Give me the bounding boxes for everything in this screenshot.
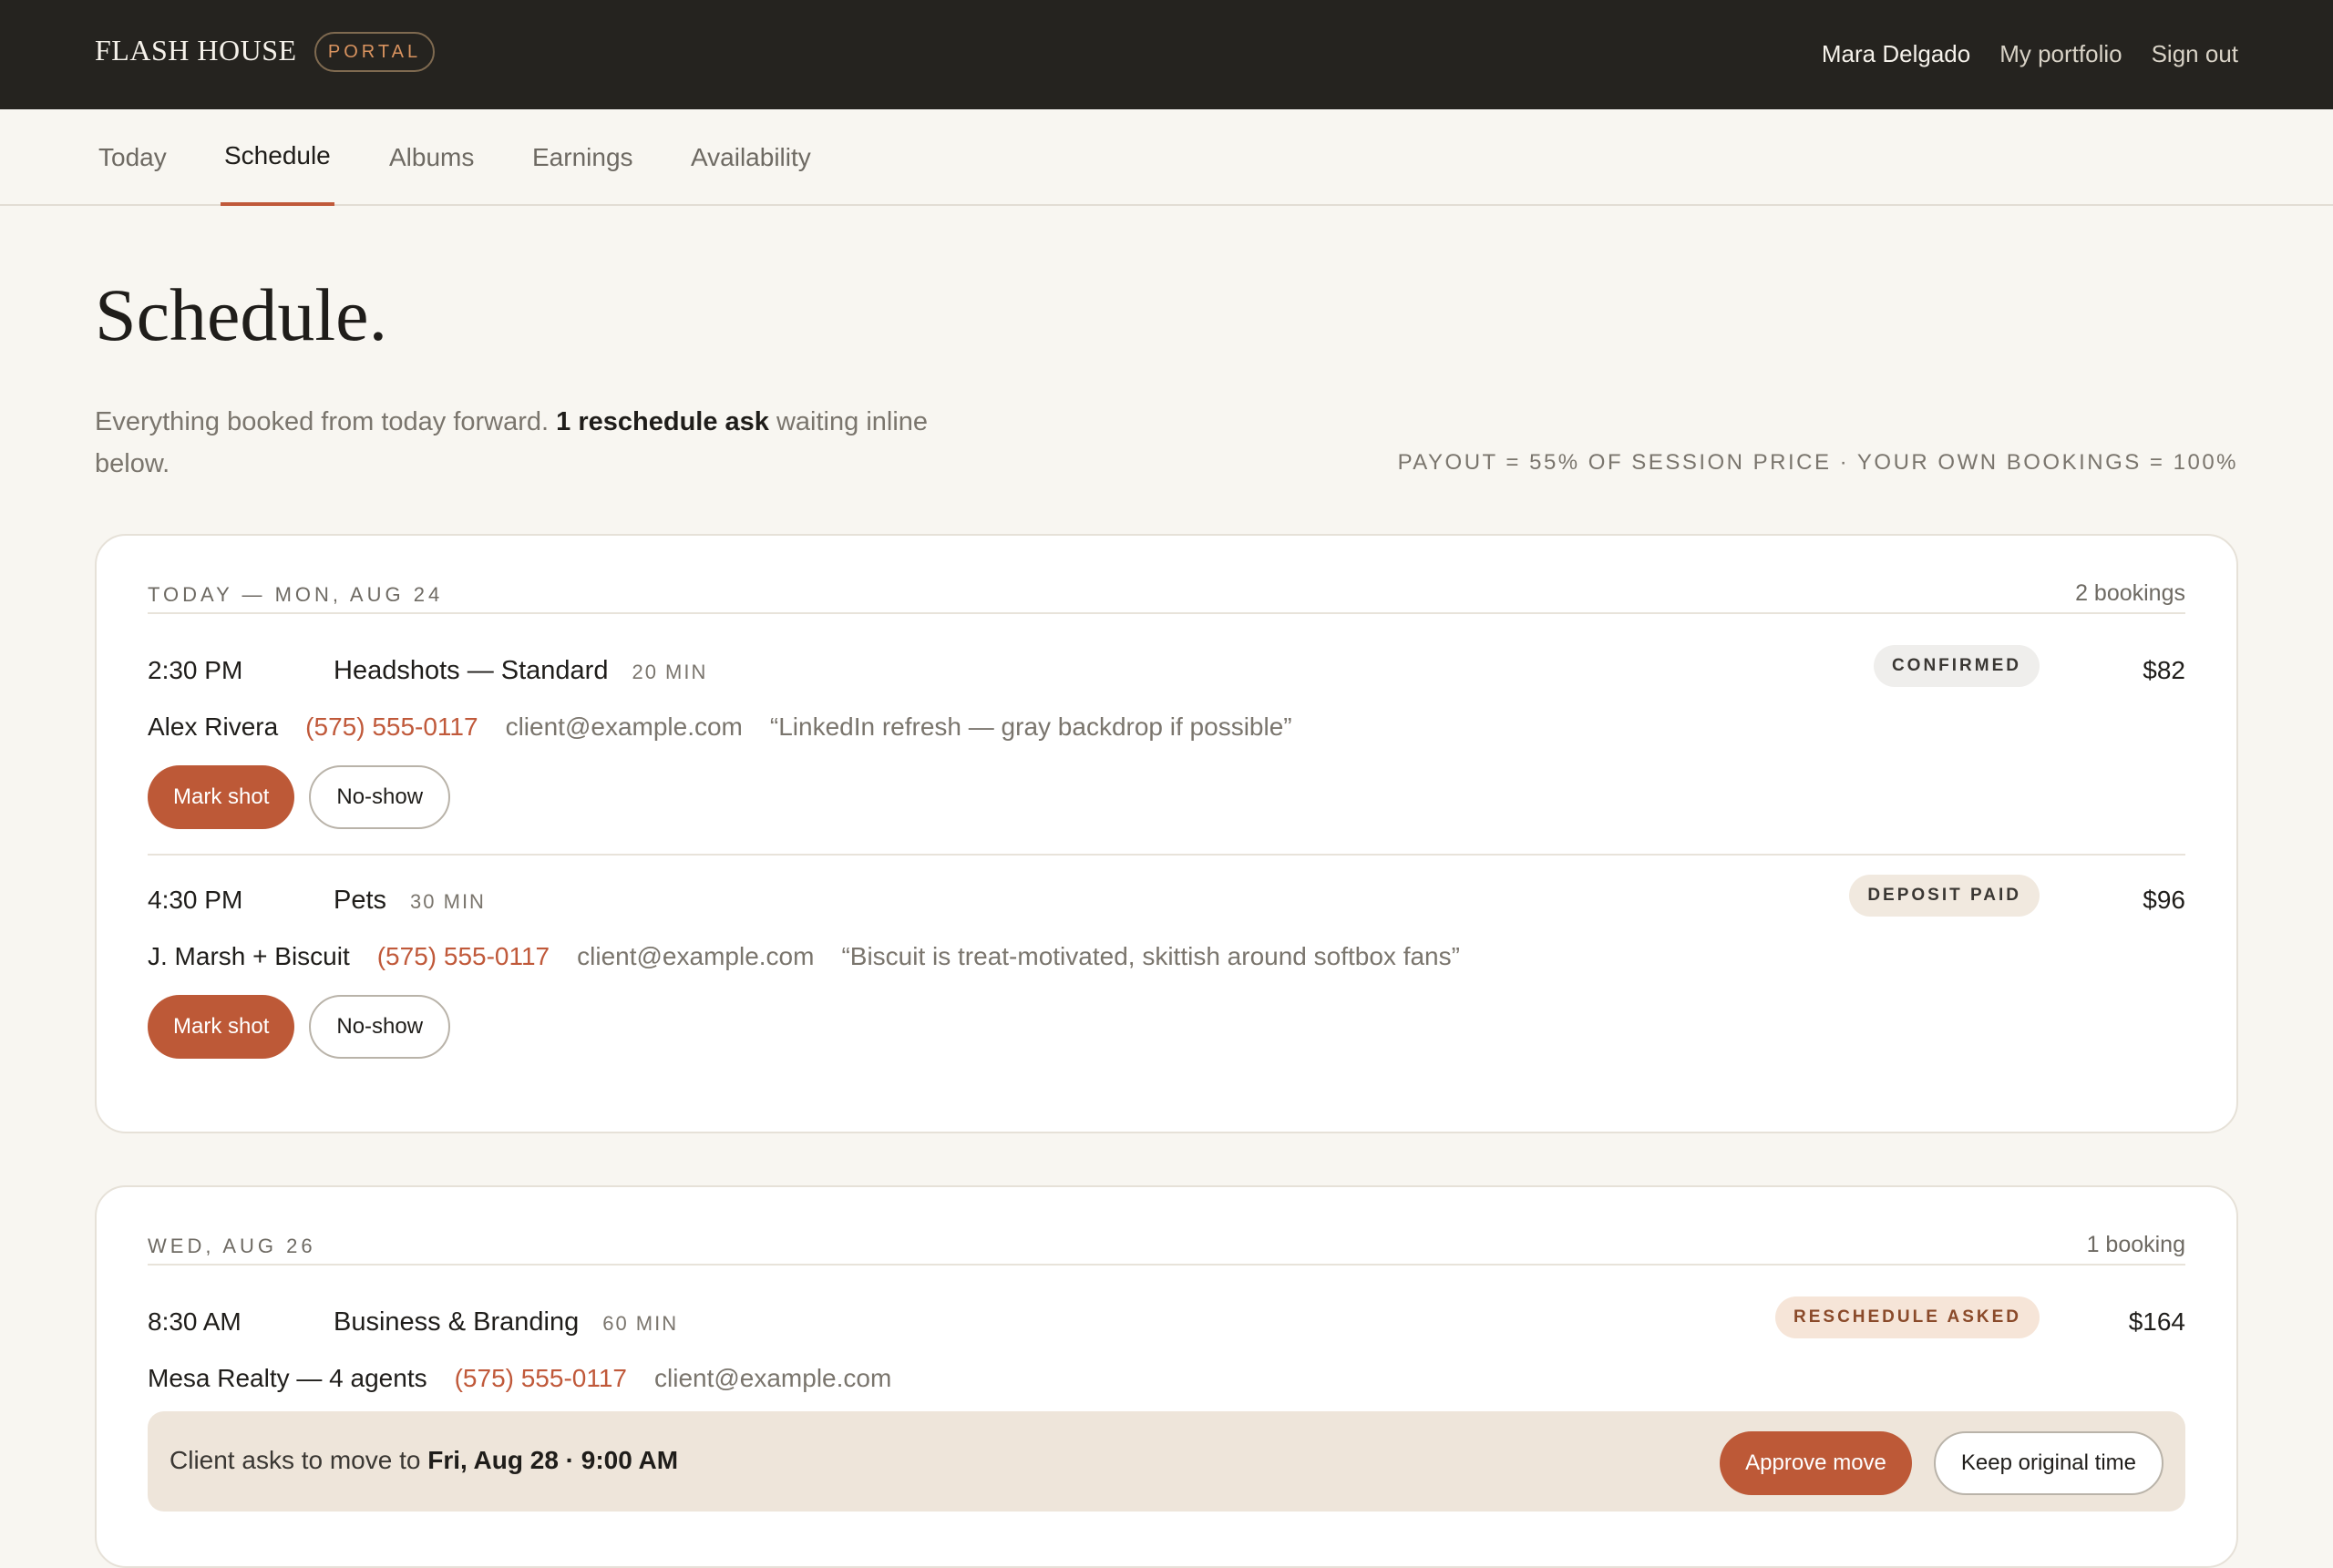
- booking-count: 1 booking: [2086, 1232, 2185, 1257]
- tab-today[interactable]: Today: [98, 109, 167, 206]
- day-label: WED, AUG 26: [148, 1235, 316, 1257]
- booking-price: $82: [2143, 656, 2185, 684]
- top-bar: FLASH HOUSE PORTAL Mara Delgado My portf…: [0, 0, 2333, 109]
- service-name: Pets: [334, 886, 387, 915]
- service-duration: 30 MIN: [410, 890, 486, 913]
- booking-service: Headshots — Standard 20 MIN: [334, 656, 707, 686]
- day-header: TODAY — MON, AUG 24 2 bookings: [148, 536, 2185, 614]
- client-details: Mesa Realty — 4 agents (575) 555-0117 clie…: [148, 1364, 919, 1393]
- booking-service: Business & Branding 60 MIN: [334, 1307, 678, 1337]
- reschedule-message: Client asks to move to Fri, Aug 28 · 9:0…: [170, 1446, 678, 1475]
- status-badge: DEPOSIT PAID: [1849, 875, 2040, 917]
- subtitle-text: Everything booked from today forward.: [95, 407, 550, 436]
- client-email[interactable]: client@example.com: [506, 712, 743, 741]
- reschedule-request: Client asks to move to Fri, Aug 28 · 9:0…: [148, 1411, 2185, 1512]
- booking-row: 4:30 PM Pets 30 MIN DEPOSIT PAID $96 J. M…: [148, 875, 2185, 1077]
- booking-time: 8:30 AM: [148, 1307, 242, 1336]
- service-name: Headshots — Standard: [334, 656, 609, 685]
- top-nav: Mara Delgado My portfolio Sign out: [1822, 40, 2238, 68]
- booking-count: 2 bookings: [2075, 580, 2185, 606]
- client-phone[interactable]: (575) 555-0117: [455, 1364, 627, 1392]
- day-label: TODAY — MON, AUG 24: [148, 583, 444, 606]
- client-details: Alex Rivera (575) 555-0117 client@example.…: [148, 712, 1292, 742]
- service-name: Business & Branding: [334, 1307, 580, 1337]
- client-details: J. Marsh + Biscuit (575) 555-0117 client@e…: [148, 942, 1460, 971]
- booking-price: $164: [2128, 1307, 2185, 1336]
- booking-price: $96: [2143, 886, 2185, 914]
- booking-actions: Mark shot No-show: [148, 765, 451, 829]
- day-card: WED, AUG 26 1 booking 8:30 AM Business &…: [95, 1185, 2238, 1568]
- client-name: Alex Rivera: [148, 712, 279, 741]
- subtitle-reschedule-count: 1 reschedule ask: [556, 407, 769, 436]
- service-duration: 60 MIN: [602, 1312, 679, 1335]
- booking-time: 2:30 PM: [148, 656, 243, 684]
- mark-shot-button[interactable]: Mark shot: [148, 995, 295, 1059]
- no-show-button[interactable]: No-show: [309, 995, 451, 1059]
- keep-original-time-button[interactable]: Keep original time: [1933, 1431, 2163, 1495]
- booking-actions: Mark shot No-show: [148, 995, 451, 1059]
- page-title: Schedule.: [95, 273, 388, 356]
- tab-availability[interactable]: Availability: [691, 109, 811, 206]
- booking-time: 4:30 PM: [148, 886, 243, 914]
- page-subtitle: Everything booked from today forward. 1 …: [95, 401, 1006, 485]
- day-card: TODAY — MON, AUG 24 2 bookings 2:30 PM H…: [95, 534, 2238, 1133]
- approve-move-button[interactable]: Approve move: [1720, 1431, 1912, 1495]
- sign-out-link[interactable]: Sign out: [2152, 40, 2238, 68]
- status-badge: CONFIRMED: [1873, 645, 2040, 687]
- client-phone[interactable]: (575) 555-0117: [305, 712, 478, 741]
- client-email[interactable]: client@example.com: [577, 942, 814, 970]
- client-note: “LinkedIn refresh — gray backdrop if pos…: [769, 712, 1292, 741]
- reschedule-new-time: Fri, Aug 28 · 9:00 AM: [427, 1446, 679, 1474]
- status-badge: RESCHEDULE ASKED: [1775, 1296, 2040, 1338]
- client-name: Mesa Realty — 4 agents: [148, 1364, 427, 1392]
- tab-earnings[interactable]: Earnings: [532, 109, 633, 206]
- booking-service: Pets 30 MIN: [334, 886, 486, 916]
- tab-albums[interactable]: Albums: [389, 109, 474, 206]
- tab-schedule[interactable]: Schedule: [221, 109, 334, 206]
- tab-bar: Today Schedule Albums Earnings Availabil…: [0, 109, 2333, 206]
- booking-row: 8:30 AM Business & Branding 60 MIN RESCHE…: [148, 1296, 2185, 1417]
- reschedule-actions: Approve move Keep original time: [1720, 1431, 2163, 1495]
- no-show-button[interactable]: No-show: [309, 765, 451, 829]
- client-phone[interactable]: (575) 555-0117: [377, 942, 550, 970]
- service-duration: 20 MIN: [632, 661, 708, 683]
- reschedule-prefix: Client asks to move to: [170, 1446, 421, 1474]
- brand-logo[interactable]: FLASH HOUSE: [95, 34, 297, 67]
- booking-row: 2:30 PM Headshots — Standard 20 MIN CONFI…: [148, 645, 2185, 847]
- portal-badge: PORTAL: [314, 32, 435, 72]
- client-email[interactable]: client@example.com: [654, 1364, 891, 1392]
- booking-divider: [148, 854, 2185, 856]
- payout-note: PAYOUT = 55% OF SESSION PRICE · YOUR OWN…: [1397, 450, 2238, 475]
- client-note: “Biscuit is treat-motivated, skittish ar…: [841, 942, 1460, 970]
- mark-shot-button[interactable]: Mark shot: [148, 765, 295, 829]
- client-name: J. Marsh + Biscuit: [148, 942, 350, 970]
- my-portfolio-link[interactable]: My portfolio: [1999, 40, 2122, 68]
- day-header: WED, AUG 26 1 booking: [148, 1187, 2185, 1266]
- user-name: Mara Delgado: [1821, 40, 1971, 67]
